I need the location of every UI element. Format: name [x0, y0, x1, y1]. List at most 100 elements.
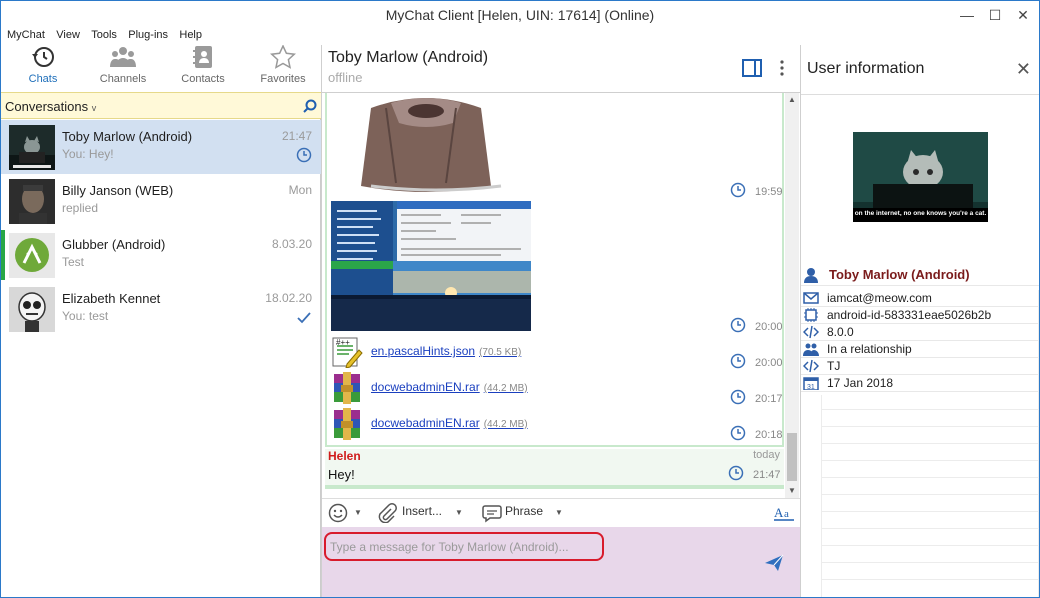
message-list: 19:59 20:00 #++ en.pascalHints.json (70.5… [325, 93, 784, 447]
close-panel-icon[interactable]: ✕ [1016, 59, 1031, 80]
user-name: Toby Marlow (Android) [829, 267, 970, 282]
file-name[interactable]: docwebadminEN.rar [371, 380, 480, 394]
file-name[interactable]: docwebadminEN.rar [371, 416, 480, 430]
grid-line [1038, 290, 1039, 597]
clock-icon [730, 317, 746, 333]
search-icon[interactable] [303, 99, 317, 113]
contact-name: Toby Marlow (Android) [62, 129, 193, 144]
info-row-email: iamcat@meow.com [801, 290, 1039, 307]
file-link: docwebadminEN.rar (44.2 MB) [371, 416, 528, 430]
history-icon [32, 47, 54, 67]
code-icon [803, 325, 819, 339]
grid-line [821, 460, 1039, 461]
contact-name: Elizabeth Kennet [62, 291, 161, 306]
font-style-icon[interactable]: Aa [774, 504, 794, 522]
message-day: today [753, 449, 780, 461]
clock-icon [730, 353, 746, 369]
info-row-relationship: In a relationship [801, 341, 1039, 358]
file-link: en.pascalHints.json (70.5 KB) [371, 344, 521, 358]
file-attachment[interactable]: #++ en.pascalHints.json (70.5 KB) [331, 336, 771, 370]
user-icon [804, 268, 818, 283]
user-email[interactable]: iamcat@meow.com [827, 291, 932, 305]
panel-toggle-icon[interactable] [742, 59, 762, 77]
conversation-item[interactable]: Toby Marlow (Android) You: Hey! 21:47 [1, 120, 321, 174]
file-name[interactable]: en.pascalHints.json [371, 344, 475, 358]
tab-chats-label: Chats [28, 73, 58, 85]
image-attachment[interactable] [331, 201, 531, 331]
emoji-icon[interactable] [328, 503, 348, 523]
checkmark-icon [297, 312, 311, 324]
sender-name: Helen [328, 449, 361, 463]
paperclip-icon[interactable] [377, 503, 397, 523]
scroll-thumb[interactable] [787, 433, 797, 481]
image-attachment[interactable] [331, 93, 531, 193]
chevron-down-icon: v [91, 103, 97, 113]
minimize-button[interactable]: — [954, 5, 980, 25]
archive-file-icon [334, 372, 360, 404]
menu-tools[interactable]: Tools [91, 28, 117, 42]
last-message: replied [62, 201, 99, 215]
user-photo: on the internet, no one knows you're a c… [853, 132, 988, 222]
menu-view[interactable]: View [56, 28, 80, 42]
speech-bubble-icon[interactable] [482, 503, 502, 523]
file-link: docwebadminEN.rar (44.2 MB) [371, 380, 528, 394]
info-row-version: 8.0.0 [801, 324, 1039, 341]
file-attachment[interactable]: docwebadminEN.rar (44.2 MB) [331, 408, 771, 442]
phrase-button[interactable]: Phrase [505, 504, 543, 518]
info-row-code: TJ [801, 358, 1039, 375]
message-input-wrapper [324, 532, 604, 561]
message-time: 20:00 [755, 321, 783, 333]
contact-name: Billy Janson (WEB) [62, 183, 174, 198]
insert-button[interactable]: Insert... [402, 504, 442, 518]
more-options-icon[interactable] [779, 59, 785, 77]
tab-favorites[interactable]: Favorites [243, 45, 323, 91]
scroll-up-icon[interactable]: ▲ [788, 95, 796, 104]
scroll-down-icon[interactable]: ▼ [788, 486, 796, 495]
grid-line [821, 426, 1039, 427]
conversation-item[interactable]: Elizabeth Kennet You: test 18.02.20 [1, 282, 321, 336]
file-attachment[interactable]: docwebadminEN.rar (44.2 MB) [331, 372, 771, 406]
message-time: 18.02.20 [265, 291, 312, 305]
last-message: You: test [62, 309, 109, 323]
send-icon[interactable] [764, 554, 784, 572]
file-size: (44.2 MB) [483, 383, 528, 394]
tab-channels[interactable]: Channels [83, 45, 163, 91]
message-input[interactable] [330, 539, 598, 555]
grid-line [821, 477, 1039, 478]
conversations-header[interactable]: Conversations v [1, 92, 321, 119]
user-birthday: 17 Jan 2018 [827, 376, 894, 390]
conversation-item[interactable]: Billy Janson (WEB) replied Mon [1, 174, 321, 228]
message-time: 8.03.20 [271, 237, 312, 251]
message-time: 20:18 [755, 429, 783, 441]
avatar [9, 233, 55, 278]
insert-dropdown-icon[interactable]: ▼ [455, 508, 463, 517]
tab-contacts[interactable]: Contacts [163, 45, 243, 91]
menu-help[interactable]: Help [179, 28, 202, 42]
info-row-birthday: 31 17 Jan 2018 [801, 375, 1039, 392]
scrollbar[interactable]: ▲ ▼ [785, 93, 799, 499]
close-button[interactable]: ✕ [1010, 5, 1036, 25]
svg-text:31: 31 [807, 384, 815, 390]
compose-toolbar: ▼ Insert... ▼ Phrase ▼ Aa [322, 498, 800, 527]
maximize-button[interactable]: ☐ [982, 5, 1008, 25]
menu-plugins[interactable]: Plug-ins [128, 28, 168, 42]
archive-file-icon [334, 408, 360, 440]
emoji-dropdown-icon[interactable]: ▼ [354, 508, 362, 517]
clock-icon [730, 389, 746, 405]
grid-line [821, 545, 1039, 546]
tab-chats[interactable]: Chats [3, 45, 83, 91]
phrase-dropdown-icon[interactable]: ▼ [555, 508, 563, 517]
user-code: TJ [827, 359, 841, 373]
menu-bar: MyChat View Tools Plug-ins Help [1, 27, 321, 45]
svg-text:a: a [784, 508, 789, 520]
mail-icon [803, 292, 819, 304]
calendar-icon: 31 [803, 377, 819, 390]
message-time: 21:47 [753, 469, 781, 481]
user-info-panel: User information ✕ on the internet, no o… [801, 45, 1039, 597]
menu-mychat[interactable]: MyChat [7, 28, 45, 42]
tab-favorites-label: Favorites [260, 73, 306, 85]
address-book-icon [193, 46, 212, 68]
compose-area [322, 527, 800, 597]
title-bar: MyChat Client [Helen, UIN: 17614] (Onlin… [1, 1, 1039, 29]
conversation-item[interactable]: Glubber (Android) Test 8.03.20 [1, 228, 321, 282]
